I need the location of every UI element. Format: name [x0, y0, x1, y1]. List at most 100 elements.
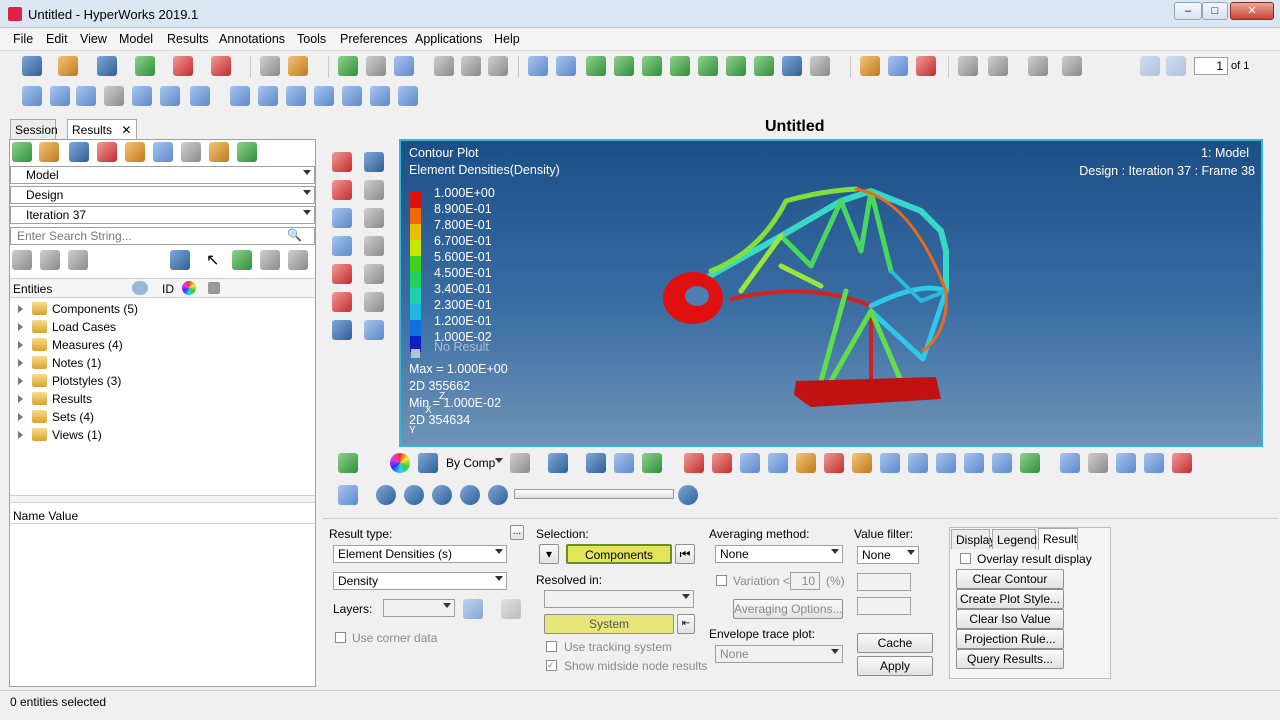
- show-all-icon[interactable]: [12, 250, 32, 270]
- tree-notes[interactable]: Notes (1): [10, 354, 310, 372]
- view-yz-right-icon[interactable]: [726, 56, 746, 76]
- rotate-vertical-icon[interactable]: [160, 86, 180, 106]
- query-icon[interactable]: [880, 453, 900, 473]
- view-xz-top-icon[interactable]: [642, 56, 662, 76]
- variation-checkbox[interactable]: [716, 575, 727, 586]
- id-header[interactable]: ID: [162, 282, 174, 296]
- view-7-icon[interactable]: [398, 86, 418, 106]
- menu-results[interactable]: Results: [167, 32, 209, 46]
- copy-icon[interactable]: [988, 56, 1008, 76]
- isolate-only-icon[interactable]: [288, 250, 308, 270]
- tree-components[interactable]: Components (5): [10, 300, 310, 318]
- zoom-icon[interactable]: [528, 56, 548, 76]
- view-4-icon[interactable]: [314, 86, 334, 106]
- view-xy-top-icon[interactable]: [586, 56, 606, 76]
- topology-model[interactable]: [401, 141, 1261, 445]
- menu-help[interactable]: Help: [494, 32, 520, 46]
- info-icon[interactable]: [132, 281, 148, 295]
- page-number-input[interactable]: 1: [1194, 57, 1228, 75]
- window-icon[interactable]: [1062, 56, 1082, 76]
- animation-settings-icon[interactable]: [678, 485, 698, 505]
- shaded-cube-icon[interactable]: [548, 453, 568, 473]
- eye-3-icon[interactable]: [364, 236, 384, 256]
- splitter[interactable]: [10, 495, 315, 503]
- element-icon[interactable]: [586, 453, 606, 473]
- system-selector[interactable]: System: [544, 614, 674, 634]
- delete-page-icon[interactable]: [366, 56, 386, 76]
- play-icon[interactable]: [432, 485, 452, 505]
- paste-icon[interactable]: [1028, 56, 1048, 76]
- view-yz-left-icon[interactable]: [698, 56, 718, 76]
- display-mode-icon[interactable]: [782, 56, 802, 76]
- tab-session[interactable]: Session: [10, 119, 58, 139]
- tree-sets[interactable]: Sets (4): [10, 408, 310, 426]
- legend-icon[interactable]: [338, 453, 358, 473]
- menu-tools[interactable]: Tools: [297, 32, 326, 46]
- tab-display[interactable]: Display: [951, 529, 995, 549]
- cut-icon[interactable]: [958, 56, 978, 76]
- previous-frame-icon[interactable]: [404, 485, 424, 505]
- minimize-button[interactable]: –: [1174, 2, 1202, 20]
- frame-slider[interactable]: [514, 489, 674, 499]
- grid-icon[interactable]: [364, 320, 384, 340]
- publish-ppt-icon[interactable]: [211, 56, 231, 76]
- open-model-icon[interactable]: [58, 56, 78, 76]
- search-icon[interactable]: 🔍: [287, 228, 302, 242]
- browser-connect-icon[interactable]: [153, 142, 173, 162]
- last-frame-icon[interactable]: [488, 485, 508, 505]
- color-icon[interactable]: [182, 281, 196, 295]
- isometric-view-icon[interactable]: [754, 56, 774, 76]
- iteration-select[interactable]: Iteration 37: [10, 206, 315, 224]
- tab-results[interactable]: Results ✕: [67, 119, 137, 139]
- tools-icon[interactable]: [1060, 453, 1080, 473]
- open-hv-icon[interactable]: [860, 56, 880, 76]
- folder-icon[interactable]: [288, 56, 308, 76]
- use-corner-data-checkbox[interactable]: [335, 632, 346, 643]
- clear-contour-button[interactable]: Clear Contour: [956, 569, 1064, 589]
- view-1-icon[interactable]: [230, 86, 250, 106]
- next-frame-icon[interactable]: [460, 485, 480, 505]
- report-icon[interactable]: [1172, 453, 1192, 473]
- maximize-button[interactable]: □: [1202, 2, 1228, 20]
- mask-icon[interactable]: [232, 250, 252, 270]
- next-page-icon[interactable]: [1166, 56, 1186, 76]
- averaging-method-select[interactable]: None: [715, 545, 843, 563]
- tab-result[interactable]: Result: [1038, 528, 1078, 550]
- result-component-select[interactable]: Density: [333, 572, 507, 590]
- component-color-icon[interactable]: [170, 250, 190, 270]
- value-filter-select[interactable]: None: [857, 546, 919, 564]
- tree-results[interactable]: Results: [10, 390, 310, 408]
- browser-result-icon[interactable]: [125, 142, 145, 162]
- mesh-icon[interactable]: [332, 208, 352, 228]
- color-wheel-icon[interactable]: [390, 453, 410, 473]
- import-icon[interactable]: [135, 56, 155, 76]
- result-type-browse-button[interactable]: ...: [510, 525, 524, 540]
- browser-set-icon[interactable]: [181, 142, 201, 162]
- menu-model[interactable]: Model: [119, 32, 153, 46]
- view-xz-bottom-icon[interactable]: [670, 56, 690, 76]
- back-arrow-icon[interactable]: [556, 56, 576, 76]
- capture-icon[interactable]: [810, 56, 830, 76]
- tree-measures[interactable]: Measures (4): [10, 336, 310, 354]
- pan-hand-icon[interactable]: [104, 86, 124, 106]
- close-button[interactable]: ✕: [1230, 2, 1274, 20]
- browser-loadcase-icon[interactable]: [97, 142, 117, 162]
- view-3-icon[interactable]: [286, 86, 306, 106]
- menu-view[interactable]: View: [80, 32, 107, 46]
- averaging-options-button[interactable]: Averaging Options...: [733, 599, 843, 619]
- create-plot-style-button[interactable]: Create Plot Style...: [956, 589, 1064, 609]
- view-5-icon[interactable]: [342, 86, 362, 106]
- shaded-icon[interactable]: [332, 236, 352, 256]
- reset-selection-button[interactable]: ⏮: [675, 544, 695, 564]
- layers-icon[interactable]: [501, 599, 521, 619]
- tree-plotstyles[interactable]: Plotstyles (3): [10, 372, 310, 390]
- resolved-in-select[interactable]: [544, 590, 694, 608]
- zoom-in-icon[interactable]: [50, 86, 70, 106]
- overlay-result-checkbox[interactable]: [960, 553, 971, 564]
- section-icon[interactable]: [332, 292, 352, 312]
- view-6-icon[interactable]: [370, 86, 390, 106]
- hotspot-icon[interactable]: [1020, 453, 1040, 473]
- section-cut-icon[interactable]: [908, 453, 928, 473]
- plot-icon[interactable]: [916, 56, 936, 76]
- note-bubble-icon[interactable]: [1088, 453, 1108, 473]
